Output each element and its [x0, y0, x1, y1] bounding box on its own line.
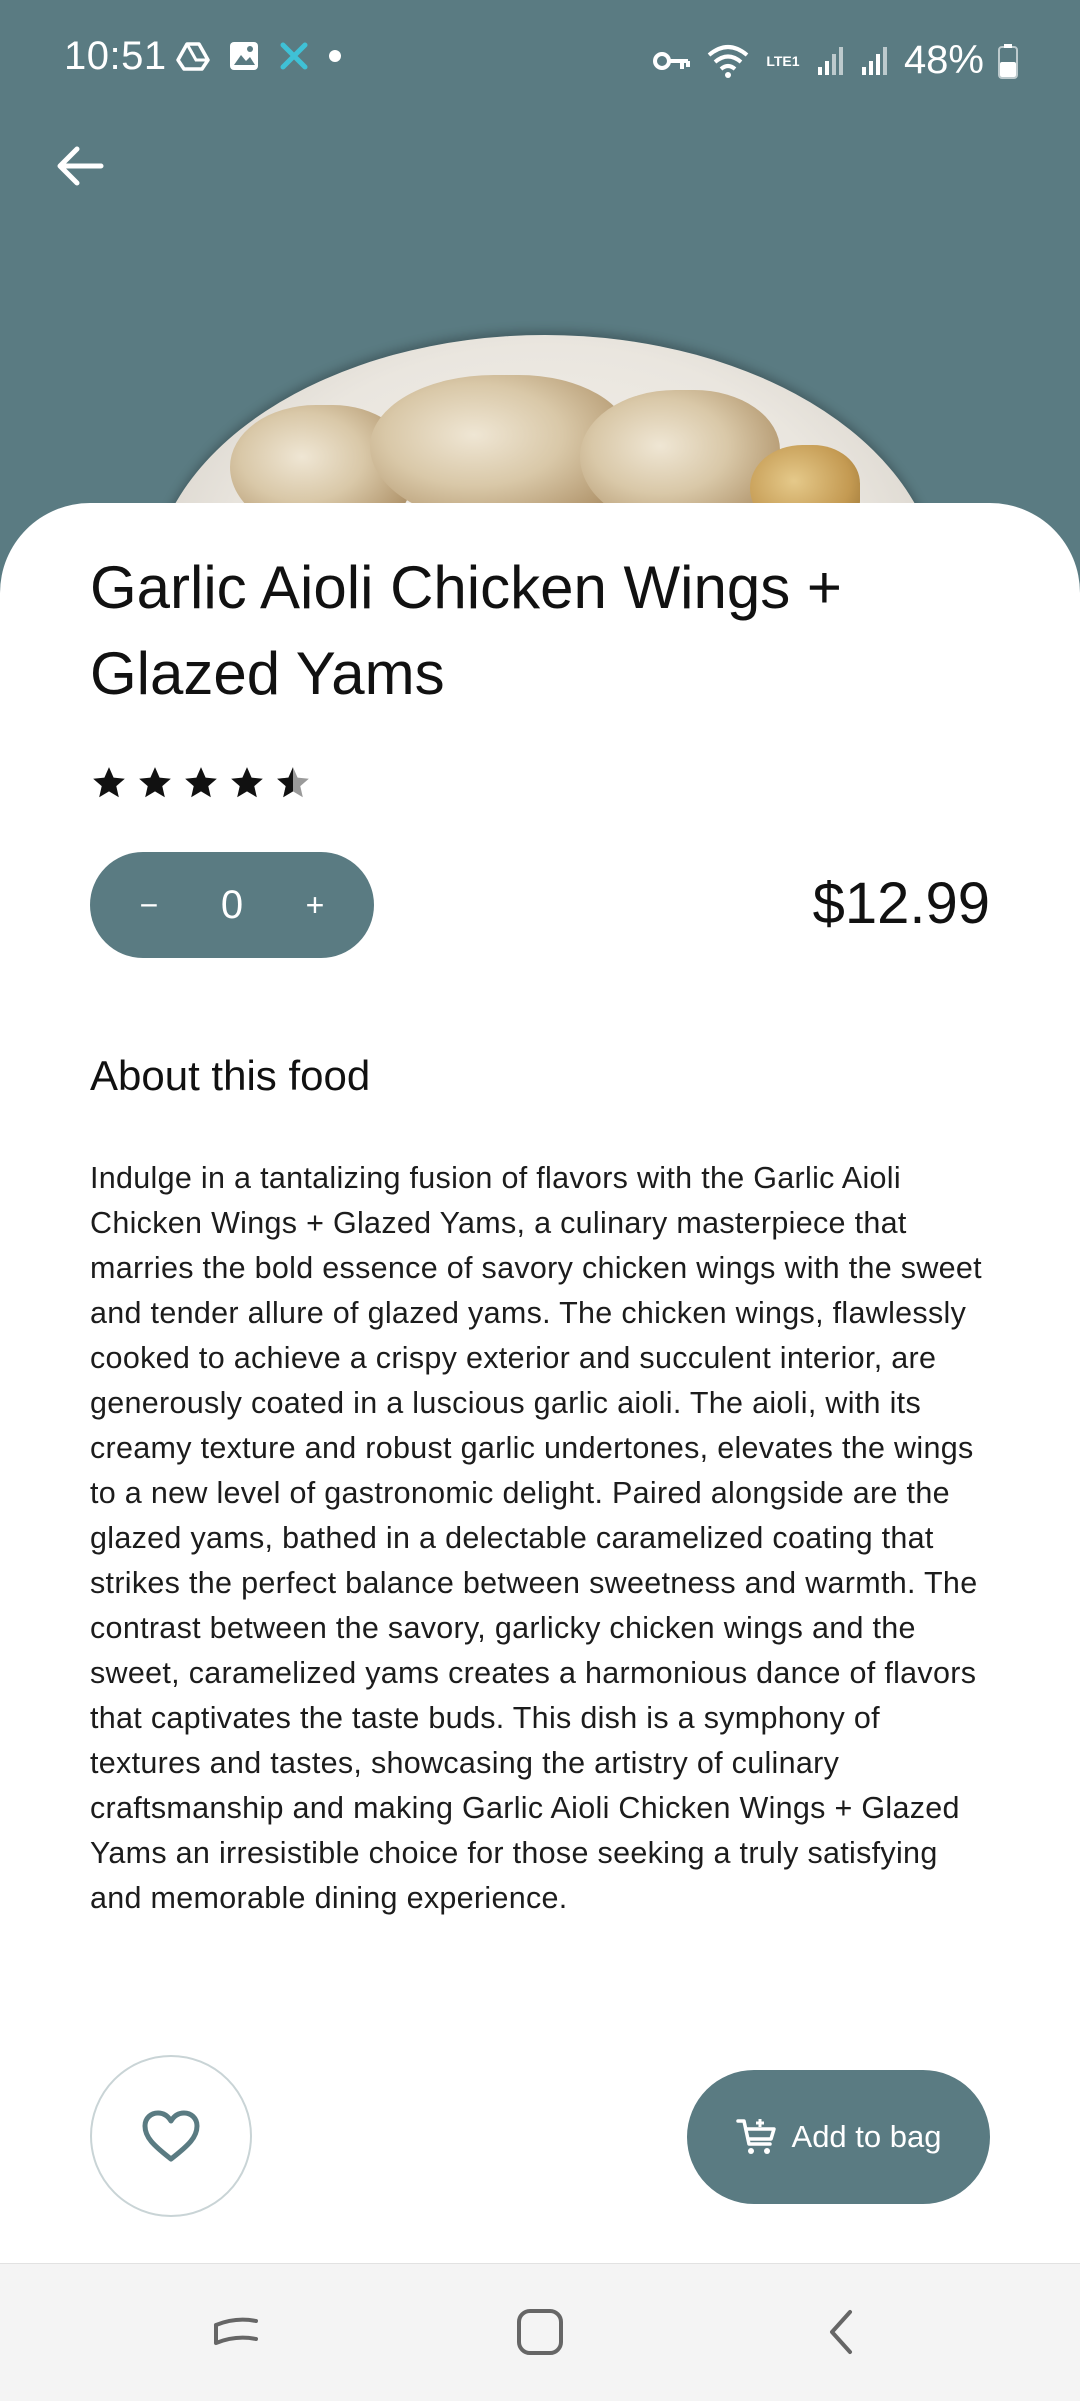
battery-percentage: 48% [903, 38, 984, 82]
heart-icon [142, 2110, 200, 2162]
product-description: Indulge in a tantalizing fusion of flavo… [90, 1161, 982, 1915]
navigation-bar [0, 2263, 1080, 2401]
cart-plus-icon [735, 2119, 776, 2154]
x-app-icon [280, 42, 308, 70]
signal-icon [817, 46, 843, 75]
dot-icon [329, 50, 341, 62]
about-heading: About this food [90, 1052, 371, 1099]
add-to-bag-button[interactable]: Add to bag [687, 2070, 990, 2204]
home-button[interactable] [510, 2302, 570, 2362]
system-back-button[interactable] [812, 2302, 872, 2362]
increment-button[interactable]: + [292, 882, 338, 928]
star-half-icon [277, 767, 309, 798]
decrement-button[interactable]: − [126, 882, 172, 928]
back-button[interactable] [44, 130, 116, 202]
rating-stars [90, 764, 312, 802]
status-time: 10:51 [64, 34, 167, 78]
drive-icon [176, 42, 210, 71]
notification-icons [176, 40, 342, 72]
vpn-key-icon [652, 51, 690, 70]
product-price: $12.99 [812, 871, 990, 936]
back-chevron-icon [830, 2310, 852, 2354]
arrow-left-icon [57, 146, 104, 186]
recents-icon [214, 2317, 258, 2345]
home-icon [517, 2309, 563, 2355]
star-icon [139, 767, 171, 798]
quantity-value: 0 [220, 882, 244, 927]
gallery-icon [230, 42, 258, 70]
star-icon [231, 767, 263, 798]
signal-icon [861, 46, 887, 75]
recents-button[interactable] [206, 2302, 266, 2362]
network-type-label: LTE1 [766, 52, 800, 69]
status-bar: 10:51 LTE1 48% [0, 0, 1080, 120]
star-icon [185, 767, 217, 798]
system-icons: LTE1 48% [652, 38, 1018, 83]
product-title: Garlic Aioli Chicken Wings + Glazed Yams [90, 554, 842, 707]
wifi-icon [707, 44, 749, 78]
battery-icon [998, 43, 1018, 79]
quantity-stepper: − 0 + [90, 852, 374, 958]
star-icon [93, 767, 125, 798]
favorite-button[interactable] [90, 2055, 252, 2217]
add-to-bag-label: Add to bag [791, 2119, 942, 2154]
